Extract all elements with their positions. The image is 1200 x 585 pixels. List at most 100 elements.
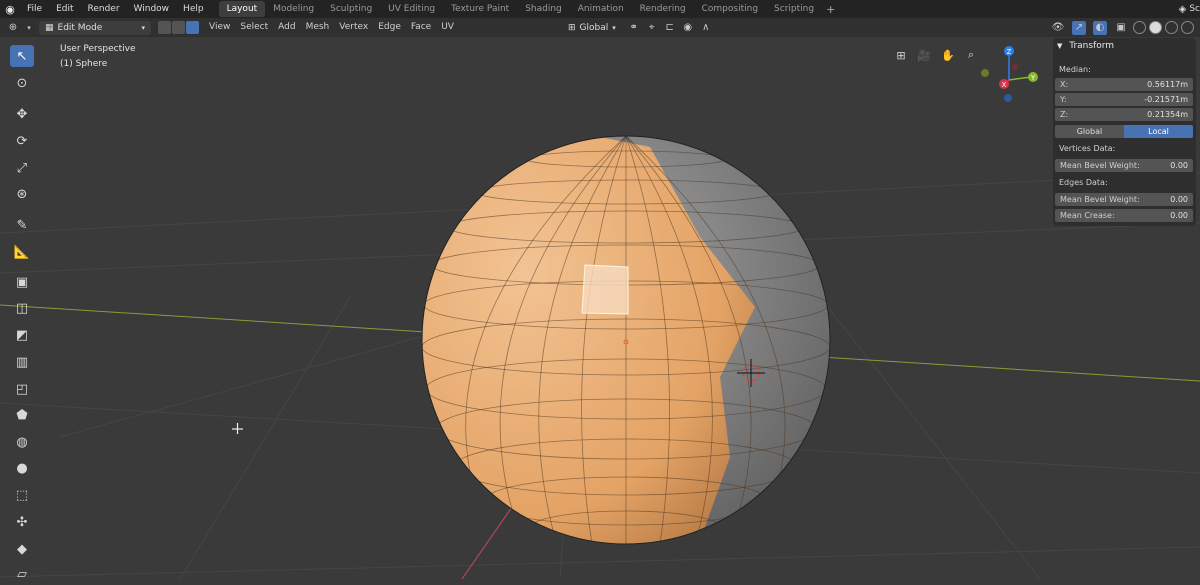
orientation-dropdown[interactable]: ⊞ Global ▾: [562, 21, 622, 35]
scale-icon[interactable]: ⤢: [10, 157, 34, 179]
measure-icon[interactable]: 📐: [10, 241, 34, 263]
scene-icon: ◈: [1178, 3, 1187, 15]
shrink-fatten-icon[interactable]: ⬚: [10, 484, 34, 506]
smooth-icon[interactable]: ●: [10, 457, 34, 479]
zoom-view-icon[interactable]: ⌕: [963, 47, 979, 63]
viewport-header-right: 👁 ↗ ◐ ▣: [1048, 18, 1200, 37]
menu-file[interactable]: File: [20, 0, 49, 18]
mean-crease-field[interactable]: Mean Crease: 0.00: [1055, 209, 1193, 222]
menu-edge[interactable]: Edge: [373, 18, 406, 37]
mean-crease-value: 0.00: [1170, 211, 1188, 220]
edge-select-icon[interactable]: [172, 21, 185, 34]
tab-texture-paint[interactable]: Texture Paint: [443, 1, 517, 17]
edge-slide-icon[interactable]: ▱: [10, 563, 34, 585]
menu-render[interactable]: Render: [81, 0, 127, 18]
spin-icon[interactable]: ◍: [10, 431, 34, 453]
menu-window[interactable]: Window: [127, 0, 177, 18]
menu-select[interactable]: Select: [235, 18, 273, 37]
gizmo-x-label: X: [1002, 81, 1007, 89]
edge-bevel-weight-field[interactable]: Mean Bevel Weight: 0.00: [1055, 193, 1193, 206]
material-shading-icon[interactable]: [1165, 21, 1178, 34]
menu-mesh[interactable]: Mesh: [301, 18, 335, 37]
mode-dropdown[interactable]: ▦ Edit Mode ▾: [39, 20, 151, 35]
transform-title: Transform: [1069, 41, 1115, 51]
menu-help[interactable]: Help: [176, 0, 211, 18]
tab-animation[interactable]: Animation: [570, 1, 632, 17]
menu-face[interactable]: Face: [406, 18, 436, 37]
sphere-mesh[interactable]: [400, 117, 831, 557]
shear-icon[interactable]: ✣: [10, 511, 34, 533]
vertex-bevel-weight-field[interactable]: Mean Bevel Weight: 0.00: [1055, 159, 1193, 172]
tab-uv-editing[interactable]: UV Editing: [380, 1, 443, 17]
snap-icon[interactable]: ⌖: [645, 21, 659, 35]
viewport-perspective-label: User Perspective: [60, 44, 136, 54]
wireframe-shading-icon[interactable]: [1133, 21, 1146, 34]
space-toggle: Global Local: [1055, 125, 1193, 138]
rendered-shading-icon[interactable]: [1181, 21, 1194, 34]
editor-type-icon[interactable]: ⊕: [6, 21, 20, 35]
vertex-bevel-weight-label: Mean Bevel Weight:: [1060, 161, 1140, 170]
median-y-field[interactable]: Y: -0.21571m: [1055, 93, 1193, 106]
cursor-select-icon[interactable]: ↖: [10, 45, 34, 67]
face-select-icon[interactable]: [186, 21, 199, 34]
camera-view-icon[interactable]: 🎥: [916, 47, 932, 63]
gizmo-neg-x-icon[interactable]: [1012, 64, 1018, 70]
gizmo-toggle-icon[interactable]: ↗: [1072, 20, 1086, 35]
gizmo-neg-y-icon[interactable]: [981, 69, 989, 77]
loop-cut-icon[interactable]: ▥: [10, 351, 34, 373]
rip-icon[interactable]: ◆: [10, 538, 34, 560]
menu-vertex[interactable]: Vertex: [334, 18, 373, 37]
navigation-gizmo[interactable]: Z Y X: [981, 46, 1038, 102]
blender-logo-icon[interactable]: ◉: [0, 0, 20, 18]
median-z-field[interactable]: Z: 0.21354m: [1055, 108, 1193, 121]
bevel-icon[interactable]: ◩: [10, 324, 34, 346]
xray-toggle-icon[interactable]: ▣: [1114, 21, 1128, 35]
pivot-icon[interactable]: ⚭: [627, 21, 641, 35]
tab-compositing[interactable]: Compositing: [694, 1, 766, 17]
transform-icon[interactable]: ⊛: [10, 183, 34, 205]
tab-modeling[interactable]: Modeling: [265, 1, 322, 17]
local-toggle-button[interactable]: Local: [1124, 125, 1193, 138]
tab-sculpting[interactable]: Sculpting: [322, 1, 380, 17]
pan-view-icon[interactable]: ✋: [940, 47, 956, 63]
tool-shelf: ↖ ⊙ ✥ ⟳ ⤢ ⊛ ✎ 📐 ▣ ◫ ◩ ▥ ◰ ⬟ ◍ ● ⬚ ✣ ◆ ▱: [0, 37, 44, 582]
poly-build-icon[interactable]: ⬟: [10, 404, 34, 426]
scene-selector[interactable]: ◈ Sc: [1179, 0, 1200, 18]
3d-viewport[interactable]: Z Y X: [0, 37, 1200, 579]
menu-edit[interactable]: Edit: [49, 0, 80, 18]
snap-settings-icon[interactable]: ⊏: [663, 21, 677, 35]
tab-shading[interactable]: Shading: [517, 1, 570, 17]
extrude-icon[interactable]: ▣: [10, 271, 34, 293]
rotate-icon[interactable]: ⟳: [10, 130, 34, 152]
menu-add[interactable]: Add: [273, 18, 300, 37]
knife-icon[interactable]: ◰: [10, 378, 34, 400]
move-icon[interactable]: ✥: [10, 103, 34, 125]
median-x-value: 0.56117m: [1147, 80, 1188, 89]
overlay-toggle-icon[interactable]: ◐: [1093, 20, 1107, 35]
median-x-field[interactable]: X: 0.56117m: [1055, 78, 1193, 91]
active-face[interactable]: [581, 264, 629, 315]
tab-rendering[interactable]: Rendering: [632, 1, 694, 17]
ortho-toggle-icon[interactable]: ⊞: [893, 47, 909, 63]
gizmo-z-label: Z: [1007, 48, 1012, 56]
mean-crease-label: Mean Crease:: [1060, 211, 1115, 220]
edge-bevel-weight-value: 0.00: [1170, 195, 1188, 204]
global-toggle-button[interactable]: Global: [1055, 125, 1124, 138]
mode-label: Edit Mode: [57, 22, 103, 33]
inset-icon[interactable]: ◫: [10, 297, 34, 319]
transform-panel-header[interactable]: ▼ Transform: [1057, 41, 1114, 51]
menu-uv[interactable]: UV: [436, 18, 459, 37]
menu-view[interactable]: View: [204, 18, 235, 37]
annotate-icon[interactable]: ✎: [10, 214, 34, 236]
gizmo-neg-z-icon[interactable]: [1004, 94, 1012, 102]
tab-layout[interactable]: Layout: [218, 1, 266, 17]
solid-shading-icon[interactable]: [1149, 21, 1162, 34]
proportional-editing-icon[interactable]: ◉: [681, 21, 695, 35]
vertex-select-icon[interactable]: [158, 21, 171, 34]
3d-cursor-tool-icon[interactable]: ⊙: [10, 72, 34, 94]
add-workspace-icon[interactable]: +: [822, 3, 839, 16]
edges-data-label: Edges Data:: [1059, 178, 1108, 187]
proportional-falloff-icon[interactable]: ∧: [699, 21, 713, 35]
tab-scripting[interactable]: Scripting: [766, 1, 822, 17]
visibility-icon[interactable]: 👁: [1051, 21, 1065, 35]
